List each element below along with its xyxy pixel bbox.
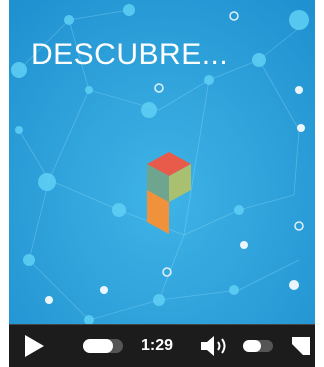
volume-button[interactable] [199, 325, 233, 367]
speaker-volume-icon [201, 336, 226, 356]
volume-track [243, 340, 273, 352]
progress-fill [83, 339, 113, 353]
progress-slider[interactable] [83, 325, 131, 367]
fullscreen-icon [292, 337, 310, 355]
current-time: 1:29 [141, 337, 174, 354]
video-player[interactable]: DESCUBRE... [9, 0, 315, 358]
fullscreen-button[interactable] [291, 325, 315, 367]
play-icon [25, 335, 44, 357]
volume-fill [243, 340, 261, 352]
video-controls-bar: 1:29 [9, 324, 315, 367]
volume-slider[interactable] [243, 325, 283, 367]
progress-track [83, 339, 123, 353]
video-title-overlay: DESCUBRE... [31, 38, 229, 71]
cube-logo-icon [147, 152, 191, 234]
play-button[interactable] [23, 325, 51, 367]
